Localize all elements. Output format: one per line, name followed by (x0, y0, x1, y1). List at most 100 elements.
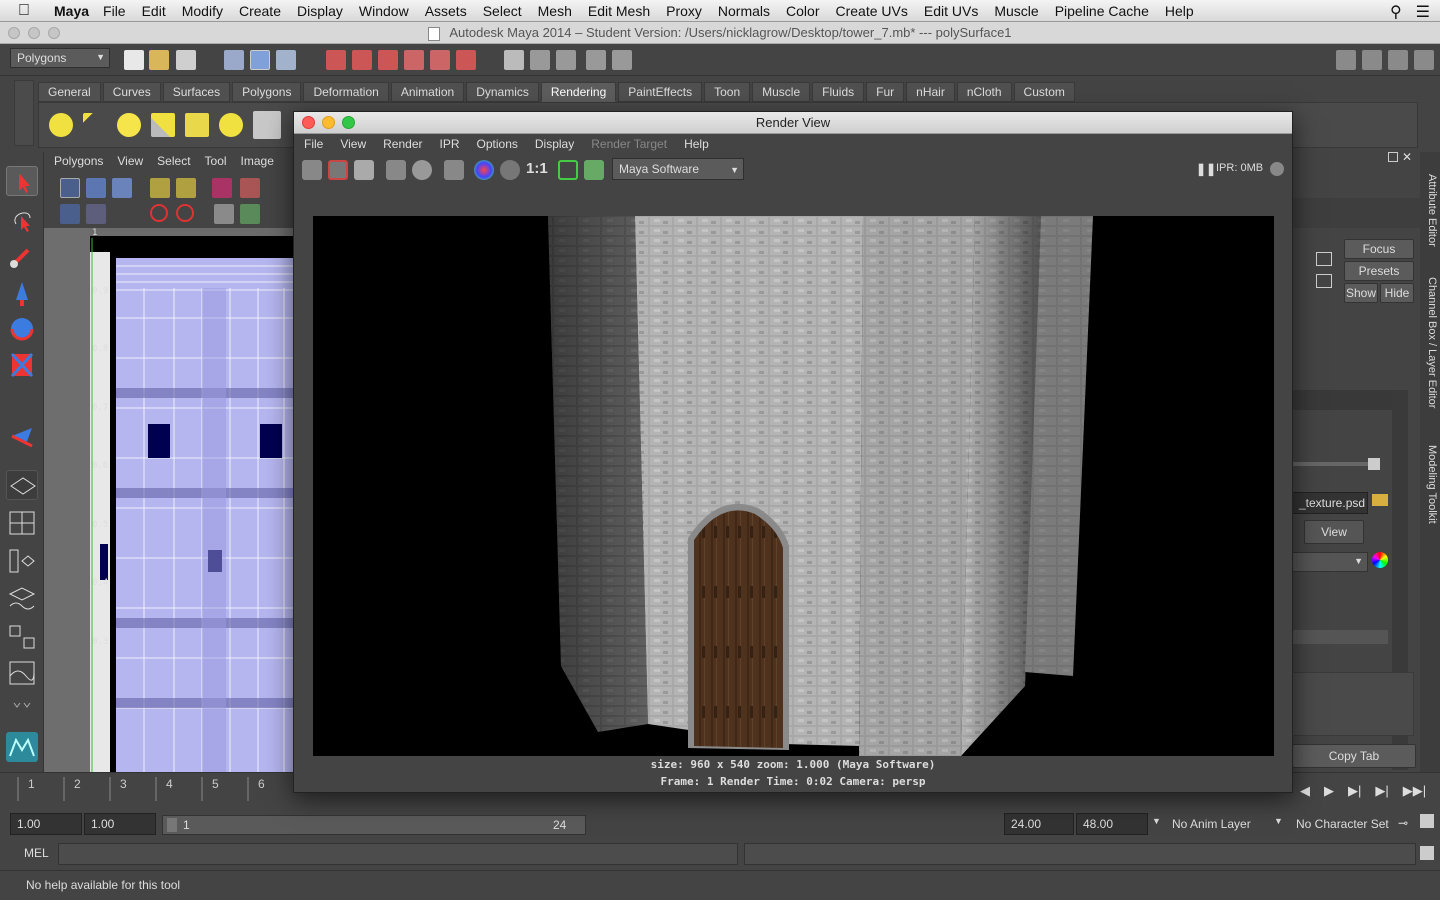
shelf-tab-painteffects[interactable]: PaintEffects (618, 82, 703, 102)
attribute-editor-toggle-icon[interactable] (1414, 50, 1434, 70)
shelf-tab-muscle[interactable]: Muscle (752, 82, 811, 102)
open-scene-icon[interactable] (149, 50, 169, 70)
rv-menu-file[interactable]: File (304, 134, 323, 154)
shelf-tab-animation[interactable]: Animation (390, 82, 465, 102)
refresh-ipr-icon[interactable] (412, 160, 432, 180)
horizontal-scrollbar[interactable] (1292, 630, 1388, 644)
uv-menu-image[interactable]: Image (241, 152, 274, 172)
step-back-icon[interactable]: ◀ (1300, 783, 1310, 799)
select-component-icon[interactable] (276, 50, 296, 70)
menu-pipeline-cache[interactable]: Pipeline Cache (1055, 3, 1149, 19)
render-settings-icon[interactable] (586, 50, 606, 70)
shelf-tab-custom[interactable]: Custom (1013, 82, 1075, 102)
uv-menu-select[interactable]: Select (157, 152, 190, 172)
shelf-tab-general[interactable]: General (38, 82, 101, 102)
focus-arrow-icon[interactable] (1316, 252, 1332, 266)
tool-settings-toggle-icon[interactable] (1388, 50, 1408, 70)
perspective-graph-editor-layout-icon[interactable] (6, 658, 38, 688)
color-wheel-icon[interactable] (1372, 552, 1388, 568)
playback-end-field[interactable]: 24.00 (1004, 813, 1074, 835)
attribute-notes-area[interactable] (1292, 672, 1414, 736)
render-view-minimize-button[interactable] (322, 116, 335, 129)
shelf-tab-dynamics[interactable]: Dynamics (466, 82, 539, 102)
spot-light-icon[interactable] (151, 113, 175, 137)
volume-light-icon[interactable] (219, 113, 243, 137)
new-scene-icon[interactable] (124, 50, 144, 70)
anim-layer-label[interactable]: No Anim Layer (1172, 817, 1251, 831)
render-view-icon[interactable] (504, 50, 524, 70)
render-image-canvas[interactable] (313, 216, 1274, 756)
render-view-zoom-button[interactable] (342, 116, 355, 129)
panel-layout-icon[interactable] (1336, 50, 1356, 70)
show-button[interactable]: Show (1344, 283, 1378, 303)
play-forward-icon[interactable]: ▶ (1324, 783, 1334, 799)
view-button[interactable]: View (1304, 520, 1364, 544)
menu-edit[interactable]: Edit (142, 3, 166, 19)
show-manipulator-tool-icon[interactable] (6, 420, 38, 450)
playback-start-field[interactable]: 1.00 (84, 813, 156, 835)
move-tool-icon[interactable] (6, 278, 38, 308)
alpha-channel-icon[interactable] (500, 160, 520, 180)
sew-uv-edges-icon[interactable] (240, 178, 260, 198)
rotate-uv-cw-icon[interactable] (176, 204, 194, 222)
float-panel-icon[interactable] (1388, 152, 1398, 162)
area-light-icon[interactable] (185, 113, 209, 137)
uv-lattice-tool-icon[interactable] (60, 178, 80, 198)
menu-create-uvs[interactable]: Create UVs (836, 3, 908, 19)
menu-edit-uvs[interactable]: Edit UVs (924, 3, 978, 19)
snapshot-camera-icon[interactable] (354, 160, 374, 180)
step-forward-frame-icon[interactable]: ▶| (1375, 783, 1388, 799)
attribute-slider[interactable] (1292, 462, 1368, 466)
rv-menu-options[interactable]: Options (477, 134, 518, 154)
go-to-end-icon[interactable]: ▶▶| (1403, 783, 1426, 799)
pause-ipr-icon[interactable]: ❚❚ (1196, 162, 1216, 176)
select-tool-icon[interactable] (6, 166, 38, 196)
redo-previous-render-icon[interactable] (302, 160, 322, 180)
snap-view-plane-icon[interactable] (404, 50, 424, 70)
menu-color[interactable]: Color (786, 3, 819, 19)
rv-menu-ipr[interactable]: IPR (440, 134, 460, 154)
make-live-icon[interactable] (430, 50, 450, 70)
ipr-render-icon[interactable] (386, 160, 406, 180)
camera-icon[interactable] (253, 111, 281, 139)
shelf-tab-deformation[interactable]: Deformation (303, 82, 389, 102)
close-window-button[interactable] (8, 27, 20, 39)
directional-light-icon[interactable] (83, 113, 107, 137)
apple-icon[interactable]:  (18, 2, 40, 20)
texture-file-field[interactable]: _texture.psd (1292, 492, 1368, 514)
menu-help[interactable]: Help (1165, 3, 1194, 19)
rv-menu-help[interactable]: Help (684, 134, 709, 154)
close-panel-icon[interactable]: ✕ (1402, 151, 1412, 166)
preferences-icon[interactable] (1420, 814, 1434, 828)
animation-end-field[interactable]: 48.00 (1076, 813, 1148, 835)
flip-v-icon[interactable] (176, 178, 196, 198)
range-slider[interactable]: 1 24 (162, 815, 586, 835)
ipr-render-icon[interactable] (556, 50, 576, 70)
renderer-dropdown[interactable]: Maya Software ▼ (612, 158, 744, 180)
save-scene-icon[interactable] (176, 50, 196, 70)
menu-mesh[interactable]: Mesh (538, 3, 572, 19)
script-editor-icon[interactable] (1420, 846, 1434, 860)
perspective-outliner-layout-icon[interactable] (6, 546, 38, 576)
remove-image-icon[interactable] (584, 160, 604, 180)
chevron-down-icon[interactable]: ▼ (1274, 816, 1283, 826)
shelf-options-handle[interactable] (14, 80, 34, 146)
minimize-window-button[interactable] (28, 27, 40, 39)
menu-normals[interactable]: Normals (718, 3, 770, 19)
real-size-button[interactable]: 1:1 (526, 160, 548, 177)
key-icon[interactable]: ⊸ (1398, 816, 1408, 830)
rv-menu-render[interactable]: Render (383, 134, 422, 154)
shelf-tab-rendering[interactable]: Rendering (540, 82, 617, 102)
normalize-uvs-icon[interactable] (240, 204, 260, 224)
shelf-tab-ncloth[interactable]: nCloth (956, 82, 1012, 102)
uv-editor-viewport[interactable]: 1 0.9 0.8 0.7 0.6 0.5 0.4 0.3 (44, 228, 294, 772)
menu-muscle[interactable]: Muscle (994, 3, 1038, 19)
menu-proxy[interactable]: Proxy (666, 3, 702, 19)
rotate-tool-icon[interactable] (6, 314, 38, 344)
snap-magnet-icon[interactable] (456, 50, 476, 70)
uv-grid-icon[interactable] (60, 204, 80, 224)
folder-icon[interactable] (1372, 494, 1388, 506)
select-hierarchy-icon[interactable] (224, 50, 244, 70)
select-object-icon[interactable] (250, 50, 270, 70)
tab-modeling-toolkit[interactable]: Modeling Toolkit (1422, 436, 1438, 532)
